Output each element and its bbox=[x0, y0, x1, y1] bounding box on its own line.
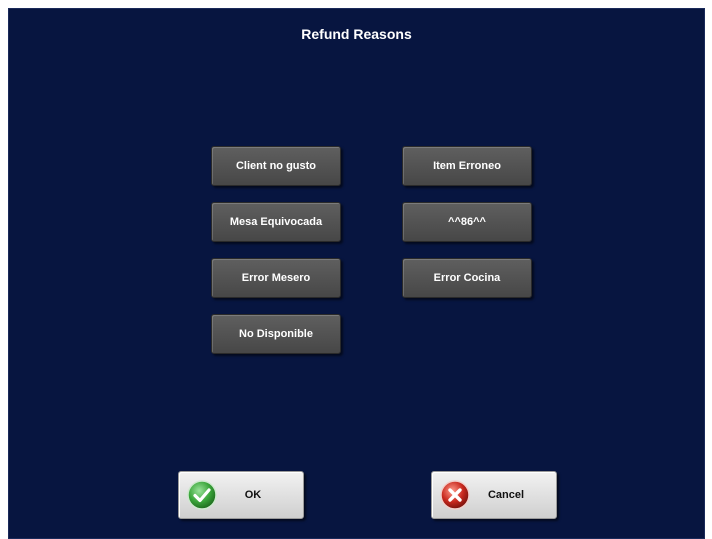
reason-item-erroneo-button[interactable]: Item Erroneo bbox=[402, 146, 532, 186]
ok-button[interactable]: OK bbox=[178, 471, 304, 519]
check-circle-icon bbox=[187, 480, 217, 510]
cancel-label: Cancel bbox=[487, 489, 525, 501]
reason-86-button[interactable]: ^^86^^ bbox=[402, 202, 532, 242]
refund-reasons-dialog: Refund Reasons Client no gusto Item Erro… bbox=[8, 8, 705, 539]
reason-error-mesero-button[interactable]: Error Mesero bbox=[211, 258, 341, 298]
cancel-button[interactable]: Cancel bbox=[431, 471, 557, 519]
reason-client-no-gusto-button[interactable]: Client no gusto bbox=[211, 146, 341, 186]
x-circle-icon bbox=[440, 480, 470, 510]
reason-error-cocina-button[interactable]: Error Cocina bbox=[402, 258, 532, 298]
ok-label: OK bbox=[244, 489, 262, 501]
dialog-title: Refund Reasons bbox=[301, 26, 412, 42]
reason-mesa-equivocada-button[interactable]: Mesa Equivocada bbox=[211, 202, 341, 242]
reason-no-disponible-button[interactable]: No Disponible bbox=[211, 314, 341, 354]
